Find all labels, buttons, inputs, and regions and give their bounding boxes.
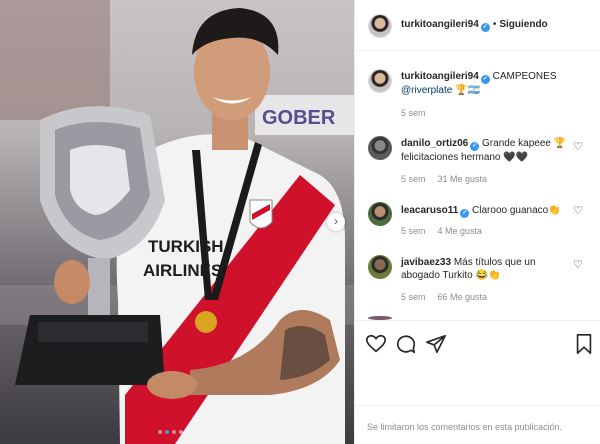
comment-like-heart-icon[interactable]: ♡ [572,141,584,153]
next-photo-button[interactable]: › [327,213,345,231]
following-button[interactable]: Siguiendo [499,19,547,30]
comment-time[interactable]: 5 sem [401,174,426,184]
comment-likes[interactable]: 31 Me gusta [438,174,488,184]
commenter-username[interactable]: leacaruso11 [401,205,458,216]
banner-text: GOBER [262,107,336,129]
carousel-dot [185,430,190,434]
carousel-dot [192,430,197,434]
comment-time[interactable]: 5 sem [401,226,426,236]
post-header: turkitoangileri94 ✓ • Siguiendo [355,0,600,51]
caption: turkitoangileri94 ✓ CAMPEONES @riverplate… [355,62,600,122]
comment-likes[interactable]: 4 Me gusta [438,226,483,236]
caption-body: CAMPEONES [492,71,557,82]
comment: javibaez33 Más títulos que un abogado Tu… [355,250,600,308]
comment-like-heart-icon[interactable]: ♡ [572,259,584,271]
caption-author-avatar[interactable] [368,69,392,93]
comment-text: javibaez33 Más títulos que un abogado Tu… [401,256,569,282]
verified-badge-icon: ✓ [460,209,470,218]
post-side-panel: turkitoangileri94 ✓ • Siguiendo turkitoangi… [354,0,600,444]
carousel-dot [157,430,162,434]
author-avatar[interactable] [368,14,392,38]
comment-meta: 5 sem 66 Me gusta [401,292,499,302]
commenter-avatar[interactable] [368,202,392,226]
comments-footer: Se limitaron los comentarios en esta pub… [355,405,600,444]
caption-username[interactable]: turkitoangileri94 [401,71,479,82]
carousel-dot-active [164,430,169,434]
comment-like-heart-icon[interactable]: ♡ [572,205,584,217]
caption-emoji: 🏆🇦🇷 [455,85,480,96]
comments-limited-notice: Se limitaron los comentarios en esta pub… [367,422,563,432]
verified-badge-icon: ✓ [470,142,480,151]
comment-meta: 5 sem 4 Me gusta [401,226,494,236]
carousel-dot [178,430,183,434]
post-photo[interactable]: GOBER TURKISH AIRLINES › [0,0,354,444]
paper-plane-icon[interactable] [425,333,447,355]
comment-text: danilo_ortiz06 ✓ Grande kapeee 🏆 felicita… [401,137,569,164]
chevron-right-icon: › [334,214,338,228]
comment-likes[interactable]: 66 Me gusta [438,292,488,302]
sponsor-text-2: AIRLINES [143,261,222,280]
commenter-avatar[interactable] [368,136,392,160]
caption-meta: 5 sem [401,108,438,118]
caption-time[interactable]: 5 sem [401,108,426,118]
commenter-avatar[interactable] [368,255,392,279]
comment-time[interactable]: 5 sem [401,292,426,302]
header-separator: • [492,19,497,30]
caption-text: turkitoangileri94 ✓ CAMPEONES @riverplate… [401,70,569,97]
carousel-indicator [0,430,354,434]
comment-meta: 5 sem 31 Me gusta [401,174,499,184]
comment: danilo_ortiz06 ✓ Grande kapeee 🏆 felicita… [355,130,600,188]
comment: leacaruso11 ✓ Clarooo guanaco👏 ♡ 5 sem 4 M… [355,196,600,242]
verified-badge-icon: ✓ [480,23,490,32]
carousel-dot [171,430,176,434]
verified-badge-icon: ✓ [480,75,490,84]
comment-body: Clarooo guanaco👏 [472,205,561,216]
commenter-username[interactable]: danilo_ortiz06 [401,138,468,149]
bookmark-icon[interactable] [573,333,595,355]
comment-text: leacaruso11 ✓ Clarooo guanaco👏 [401,204,569,218]
sponsor-text-1: TURKISH [148,237,224,256]
caption-mention[interactable]: @riverplate [401,85,452,96]
commenter-username[interactable]: javibaez33 [401,257,451,268]
header-line: turkitoangileri94 ✓ • Siguiendo [401,19,548,32]
author-username[interactable]: turkitoangileri94 [401,19,479,30]
comment-icon[interactable] [395,333,417,355]
heart-icon[interactable] [365,333,387,355]
action-bar [355,320,600,370]
photo-illustration: GOBER TURKISH AIRLINES [0,0,354,444]
